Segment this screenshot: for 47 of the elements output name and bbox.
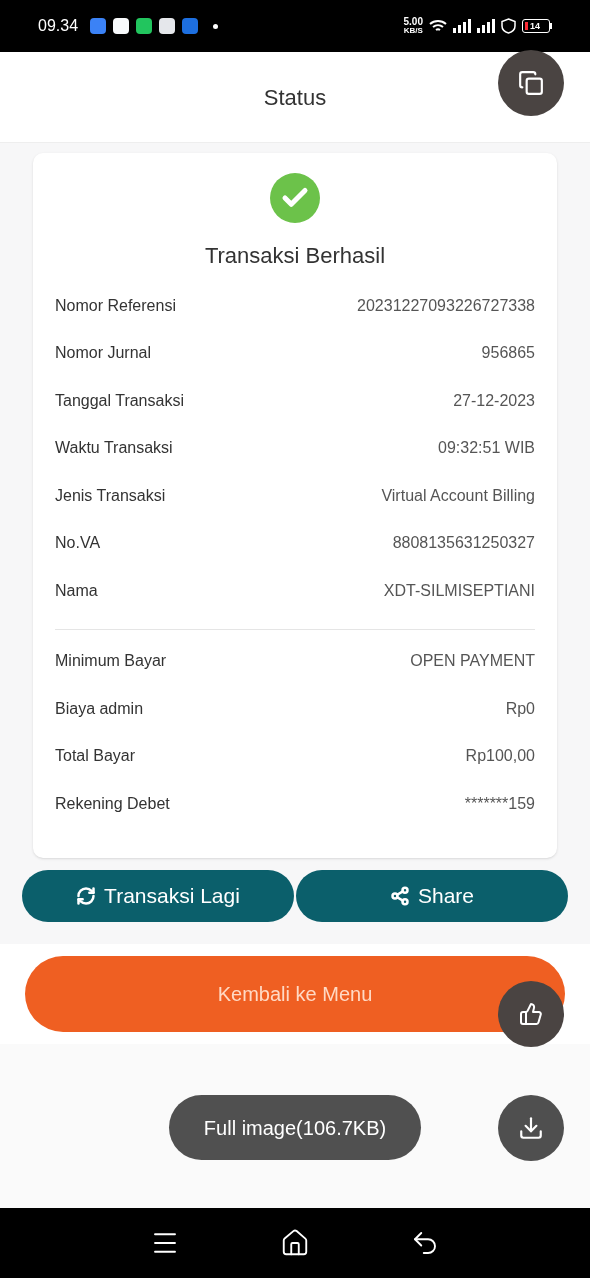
thumbs-up-icon [519, 1002, 543, 1026]
detail-value: 27-12-2023 [453, 390, 535, 411]
copy-icon [518, 70, 544, 96]
download-icon [518, 1115, 544, 1141]
detail-label: Nama [55, 580, 98, 601]
detail-label: Minimum Bayar [55, 651, 167, 672]
app-icon [159, 18, 176, 34]
status-time: 09.34 [38, 16, 79, 36]
detail-value: OPEN PAYMENT [410, 651, 535, 672]
wifi-icon [429, 19, 447, 33]
detail-label: No.VA [55, 533, 101, 554]
detail-value: XDT-SILMISEPTIANI [383, 580, 535, 601]
app-icon [90, 18, 107, 34]
home-icon[interactable] [280, 1228, 310, 1258]
detail-value: 20231227093226727338 [357, 295, 535, 316]
detail-value: 09:32:51 WIB [438, 438, 535, 459]
detail-value: 8808135631250327 [392, 533, 535, 554]
action-button[interactable]: Transaksi Lagi [22, 869, 294, 922]
app-icon [182, 18, 199, 34]
detail-value: Rp100,00 [465, 746, 535, 767]
signal-icon [477, 19, 495, 33]
detail-value: *******159 [464, 793, 535, 814]
detail-value: 956865 [481, 343, 535, 364]
shield-icon [501, 18, 516, 34]
share-icon [389, 885, 410, 906]
speed-value: 5.00 [403, 17, 423, 27]
detail-label: Nomor Referensi [55, 295, 176, 316]
detail-label: Biaya admin [55, 698, 144, 719]
app-icon [113, 18, 130, 34]
detail-label: Jenis Transaksi [55, 485, 166, 506]
success-icon [270, 173, 320, 223]
signal-icon [453, 19, 471, 33]
page-title: Status [263, 83, 327, 112]
image-size-toast: Full image(106.7KB) [169, 1095, 421, 1160]
detail-value: Virtual Account Billing [381, 485, 535, 506]
detail-label: Total Bayar [55, 746, 136, 767]
detail-value: Rp0 [505, 698, 535, 719]
detail-label: Tanggal Transaksi [55, 390, 184, 411]
battery-text: 14 [530, 21, 540, 31]
detail-label: Nomor Jurnal [55, 343, 152, 364]
detail-label: Rekening Debet [55, 793, 170, 814]
refresh-icon [76, 885, 97, 906]
speed-unit: KB/S [403, 27, 423, 35]
receipt-title: Transaksi Berhasil [203, 242, 387, 270]
action-button[interactable]: Share [296, 869, 568, 922]
app-icon [136, 18, 153, 34]
detail-label: Waktu Transaksi [55, 438, 173, 459]
